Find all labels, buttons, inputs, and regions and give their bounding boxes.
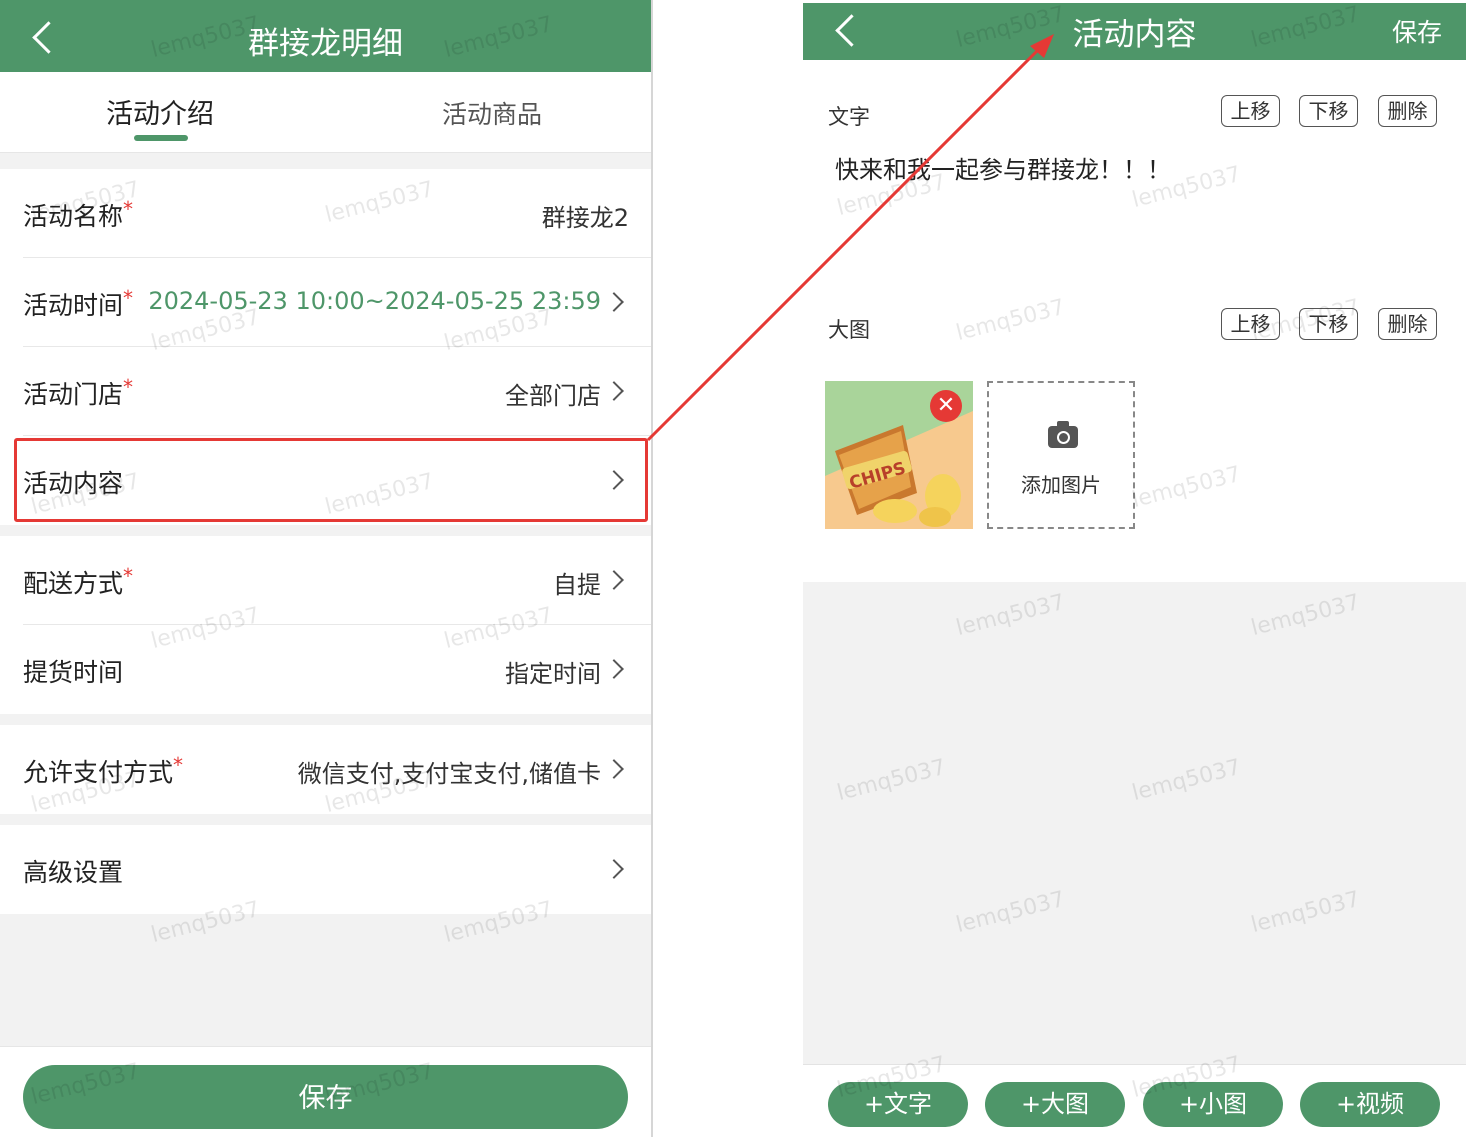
chevron-right-icon [604,659,624,679]
row-activity-name[interactable]: 活动名称* 群接龙2 [0,169,651,258]
section-label-image: 大图 [828,318,870,342]
content-editor: 文字 上移 下移 删除 快来和我一起参与群接龙！！！ 大图 上移 下移 删除 C… [803,60,1466,582]
tab-bar: 活动介绍 活动商品 [0,72,651,153]
row-advanced-settings[interactable]: 高级设置 [0,825,651,914]
camera-icon [1048,421,1078,448]
save-button[interactable]: 保存 [23,1065,628,1129]
left-header: 群接龙明细 [0,0,651,72]
chevron-right-icon [604,859,624,879]
row-label: 活动门店* [23,375,134,409]
row-label: 允许支付方式* [23,753,184,787]
activity-time-value: 2024-05-23 10:00~2024-05-25 23:59 [148,287,601,315]
tab-activity-products[interactable]: 活动商品 [442,95,542,131]
watermark: lemq5037 [953,589,1068,642]
row-activity-store[interactable]: 活动门店* 全部门店 [0,347,651,436]
page-title: 群接龙明细 [248,26,403,62]
row-label: 高级设置 [23,858,124,887]
row-activity-time[interactable]: 活动时间* 2024-05-23 10:00~2024-05-25 23:59 [0,258,651,347]
text-block-content[interactable]: 快来和我一起参与群接龙！！！ [835,150,1171,185]
pickup-time-value: 指定时间 [505,660,601,688]
row-label: 配送方式* [23,564,134,598]
right-screen: 活动内容 保存 文字 上移 下移 删除 快来和我一起参与群接龙！！！ 大图 上移… [803,3,1466,1137]
add-text-button[interactable]: +文字 [828,1082,968,1127]
left-screen: 群接龙明细 活动介绍 活动商品 活动名称* 群接龙2 活动时间* 2024-05… [0,0,651,1137]
row-pickup-time[interactable]: 提货时间 指定时间 [0,625,651,714]
watermark: lemq5037 [1129,754,1244,807]
required-mark: * [123,564,134,588]
page-title: 活动内容 [1072,17,1197,53]
tab-activity-intro[interactable]: 活动介绍 [106,92,214,131]
delivery-method-value: 自提 [553,571,601,599]
row-payment-methods[interactable]: 允许支付方式* 微信支付,支付宝支付,储值卡 [0,725,651,814]
watermark: lemq5037 [834,754,949,807]
row-delivery-method[interactable]: 配送方式* 自提 [0,536,651,625]
highlight-box [14,438,648,522]
add-image-button[interactable]: 添加图片 [987,381,1135,529]
watermark: lemq5037 [953,886,1068,939]
activity-name-value: 群接龙2 [541,204,629,232]
active-tab-indicator [134,135,188,141]
payment-group: 允许支付方式* 微信支付,支付宝支付,储值卡 [0,725,651,814]
row-label: 提货时间 [23,658,124,687]
required-mark: * [123,197,134,221]
header-save-button[interactable]: 保存 [1392,13,1442,49]
remove-image-icon[interactable]: ✕ [930,390,962,422]
move-down-button[interactable]: 下移 [1299,95,1358,127]
chevron-right-icon [604,759,624,779]
watermark: lemq5037 [1248,886,1363,939]
required-mark: * [123,286,134,310]
move-up-button[interactable]: 上移 [1221,308,1280,340]
delete-button[interactable]: 删除 [1378,95,1437,127]
move-up-button[interactable]: 上移 [1221,95,1280,127]
row-label: 活动时间* [23,286,134,320]
required-mark: * [123,375,134,399]
screen-divider [651,0,653,1137]
add-video-button[interactable]: +视频 [1300,1082,1440,1127]
chevron-right-icon [604,292,624,312]
add-small-image-button[interactable]: +小图 [1143,1082,1283,1127]
required-mark: * [173,753,184,777]
left-footer: 保存 [0,1046,651,1137]
delivery-group: 配送方式* 自提 提货时间 指定时间 [0,536,651,714]
advanced-group: 高级设置 [0,825,651,914]
section-label-text: 文字 [828,105,870,129]
right-header: 活动内容 保存 [803,3,1466,60]
image-thumbnail[interactable]: CHIPS ✕ [825,381,973,529]
delete-button[interactable]: 删除 [1378,308,1437,340]
watermark: lemq5037 [1248,589,1363,642]
chevron-right-icon [604,570,624,590]
payment-methods-value: 微信支付,支付宝支付,储值卡 [297,760,601,788]
chevron-right-icon [604,381,624,401]
add-image-label: 添加图片 [1021,473,1101,497]
add-block-toolbar: +文字 +大图 +小图 +视频 [803,1064,1466,1137]
move-down-button[interactable]: 下移 [1299,308,1358,340]
row-label: 活动名称* [23,197,134,231]
add-big-image-button[interactable]: +大图 [985,1082,1125,1127]
activity-store-value: 全部门店 [505,382,601,410]
